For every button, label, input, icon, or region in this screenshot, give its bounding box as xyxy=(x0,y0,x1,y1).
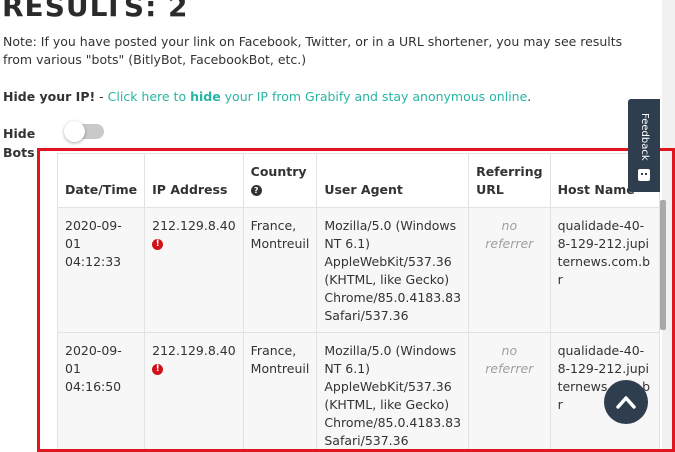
results-title: RESULTS: 2 xyxy=(2,0,189,23)
cell-date: 2020-09-01 xyxy=(65,343,122,376)
feedback-tab[interactable]: Feedback xyxy=(628,99,660,192)
feedback-face-icon[interactable] xyxy=(638,169,650,181)
cell-ip-value: 212.129.8.40 xyxy=(152,343,236,358)
question-circle-icon[interactable]: ? xyxy=(250,185,262,196)
cell-user-agent: Mozilla/5.0 (Windows NT 6.1) AppleWebKit… xyxy=(316,207,470,333)
table-scrollbar-thumb[interactable] xyxy=(660,200,666,330)
results-table: Date/Time IP Address Country ? User Agen… xyxy=(57,153,660,450)
table-header-row: Date/Time IP Address Country ? User Agen… xyxy=(57,153,660,208)
cell-user-agent: Mozilla/5.0 (Windows NT 6.1) AppleWebKit… xyxy=(316,332,470,450)
hide-ip-link-bold[interactable]: hide xyxy=(190,89,221,104)
hide-ip-link[interactable]: Click here to hide your IP from Grabify … xyxy=(108,89,528,104)
cell-referrer: no referrer xyxy=(468,332,551,450)
cell-time: 04:12:33 xyxy=(65,254,122,269)
toggle-knob[interactable] xyxy=(64,121,85,142)
bots-note: Note: If you have posted your link on Fa… xyxy=(3,34,623,67)
header-ip[interactable]: IP Address xyxy=(144,153,244,208)
cell-ip: 212.129.8.40 ! xyxy=(144,207,244,333)
cell-referrer: no referrer xyxy=(468,207,551,333)
cell-date: 2020-09-01 xyxy=(65,218,122,251)
hide-ip-link-post[interactable]: your IP from Grabify and stay anonymous … xyxy=(221,89,528,104)
cell-ip-value: 212.129.8.40 xyxy=(152,218,236,233)
exclamation-circle-icon[interactable]: ! xyxy=(152,364,164,375)
header-user-agent[interactable]: User Agent xyxy=(316,153,470,208)
cell-host: qualidade-40-8-129-212.jupiternews.com.b… xyxy=(549,207,660,333)
cell-ip: 212.129.8.40 ! xyxy=(144,332,244,450)
cell-datetime: 2020-09-01 04:16:50 xyxy=(57,332,146,450)
header-country[interactable]: Country ? xyxy=(242,153,318,208)
cell-country: France, Montreuil xyxy=(242,332,318,450)
chevron-up-icon xyxy=(616,396,636,409)
header-referring-url[interactable]: Referring URL xyxy=(468,153,551,208)
hide-ip-link-pre[interactable]: Click here to xyxy=(108,89,190,104)
exclamation-circle-icon[interactable]: ! xyxy=(152,239,164,250)
hide-bots-label: Hide Bots xyxy=(3,126,36,160)
hide-ip-line: Hide your IP! - Click here to hide your … xyxy=(3,89,531,104)
results-table-container: Date/Time IP Address Country ? User Agen… xyxy=(57,153,660,450)
cell-time: 04:16:50 xyxy=(65,379,122,394)
cell-datetime: 2020-09-01 04:12:33 xyxy=(57,207,146,333)
header-datetime[interactable]: Date/Time xyxy=(57,153,146,208)
scroll-to-top-button[interactable] xyxy=(604,380,648,424)
table-row: 2020-09-01 04:16:50 212.129.8.40 ! Franc… xyxy=(57,332,660,450)
header-country-label: Country xyxy=(250,164,307,179)
hide-ip-period: . xyxy=(527,89,532,104)
feedback-label[interactable]: Feedback xyxy=(632,109,656,165)
table-row: 2020-09-01 04:12:33 212.129.8.40 ! Franc… xyxy=(57,207,660,333)
hide-ip-separator: - xyxy=(95,89,108,104)
cell-country: France, Montreuil xyxy=(242,207,318,333)
hide-bots-toggle[interactable] xyxy=(64,121,104,142)
hide-ip-label: Hide your IP! xyxy=(3,89,96,104)
